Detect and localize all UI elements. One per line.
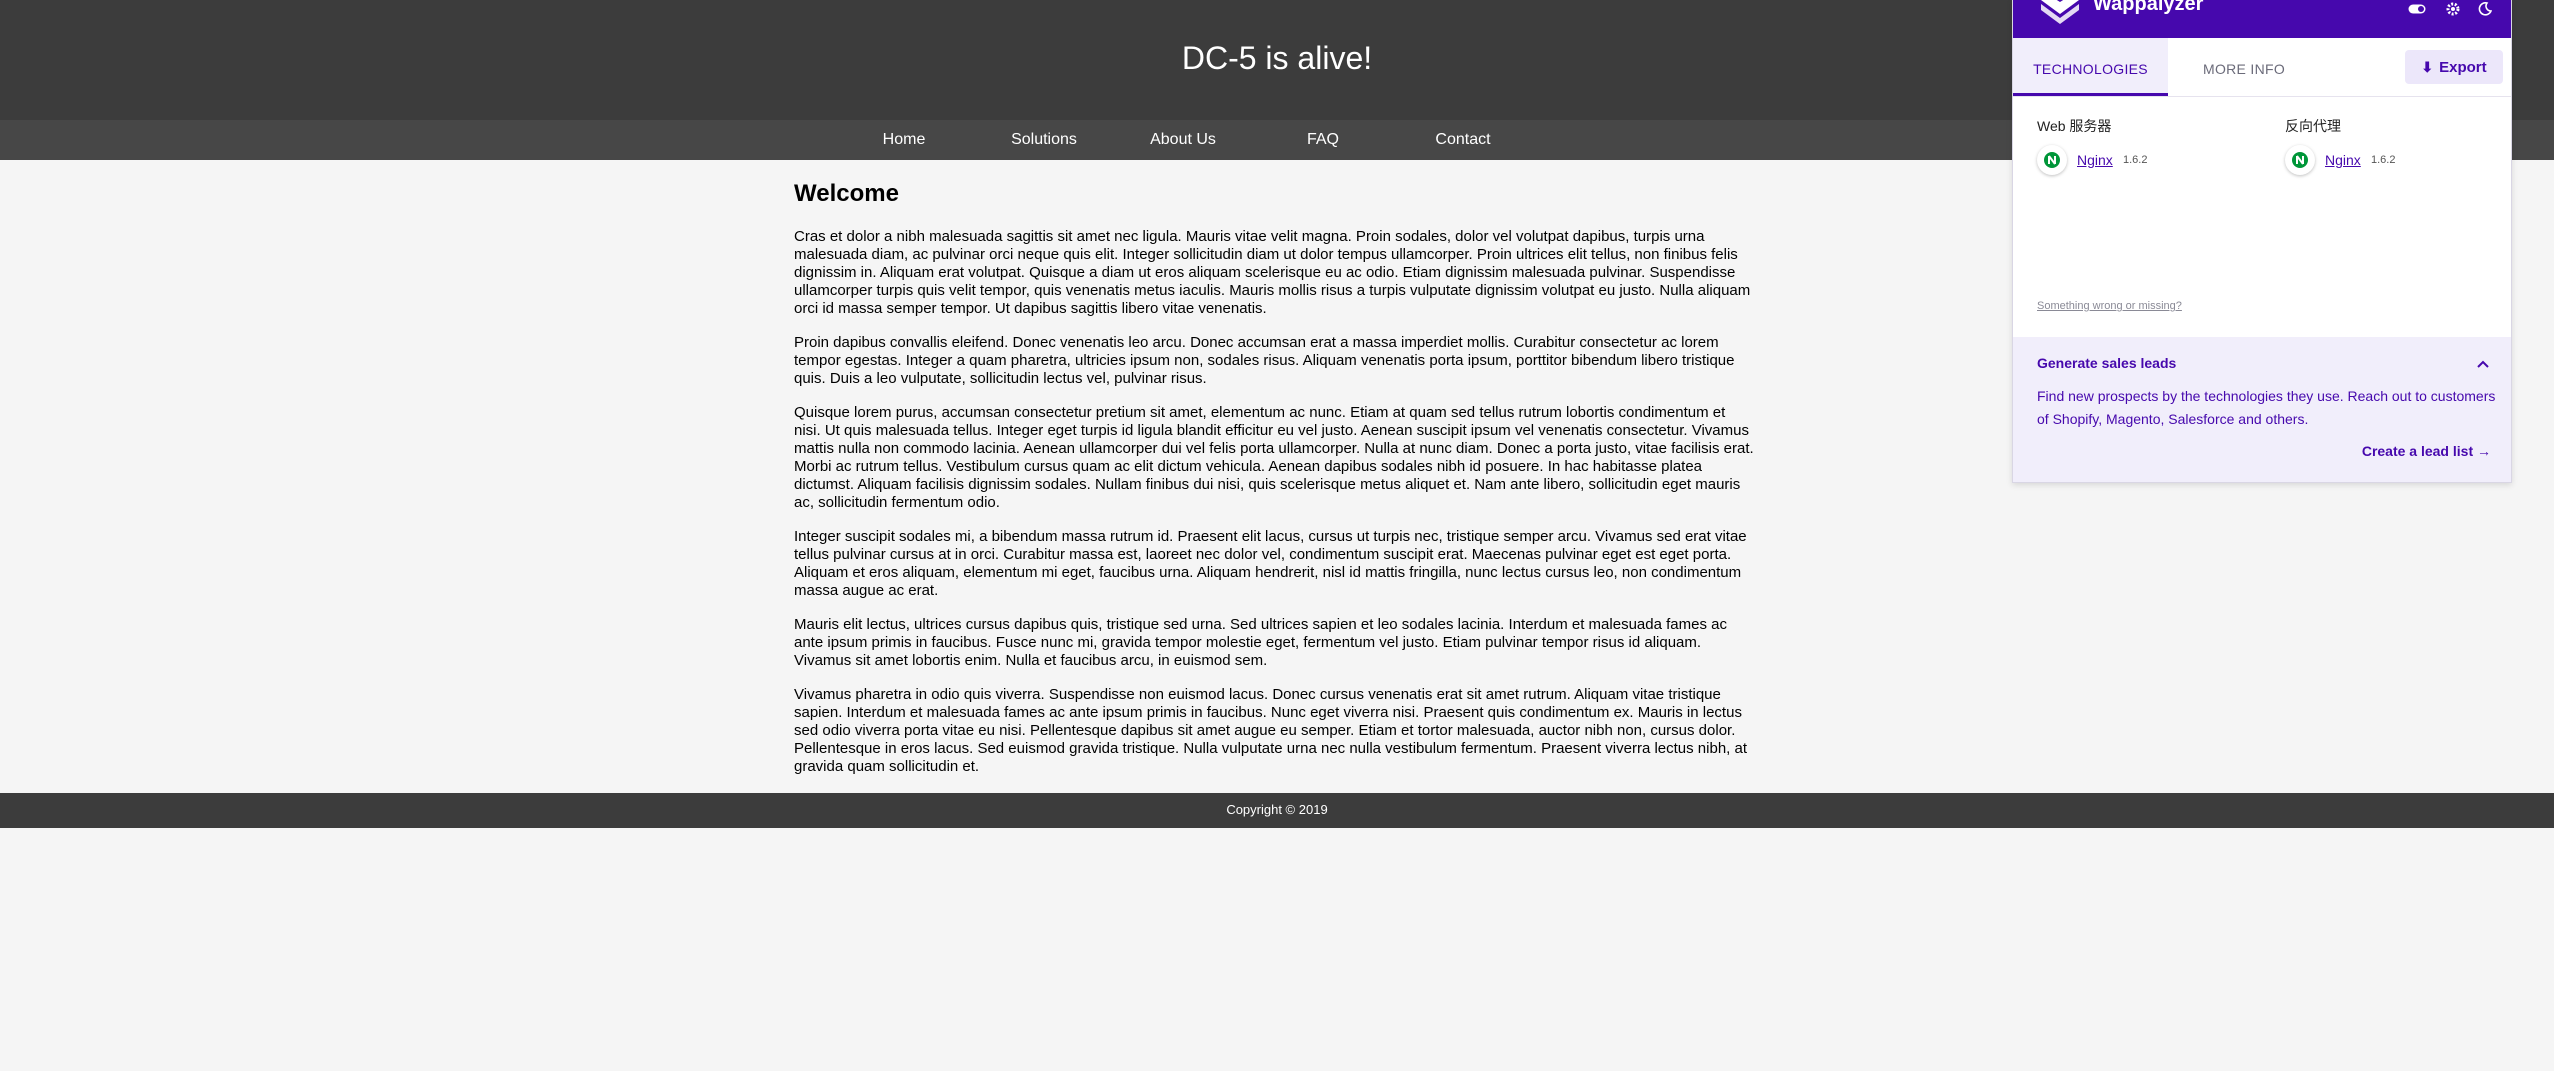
gear-icon[interactable]: [2443, 2, 2463, 18]
tech-name-link[interactable]: Nginx: [2325, 152, 2361, 168]
export-label: Export: [2439, 59, 2487, 76]
category-title: Web 服务器: [2037, 118, 2112, 134]
wappalyzer-header: Wappalyzer: [2013, 0, 2511, 38]
nav-faq[interactable]: FAQ: [1253, 120, 1393, 160]
leads-description: Find new prospects by the technologies t…: [2037, 388, 2496, 427]
wappalyzer-brand: Wappalyzer: [2093, 0, 2204, 15]
tech-item: Nginx 1.6.2: [2285, 145, 2505, 179]
tech-version: 1.6.2: [2123, 154, 2148, 166]
moon-icon[interactable]: [2475, 2, 2495, 18]
nav-home[interactable]: Home: [834, 120, 974, 160]
tech-name-link[interactable]: Nginx: [2077, 152, 2113, 168]
export-button[interactable]: ⬇ Export: [2405, 50, 2503, 84]
download-icon: ⬇: [2421, 59, 2434, 75]
nav-contact[interactable]: Contact: [1393, 120, 1533, 160]
paragraph: Proin dapibus convallis eleifend. Donec …: [794, 334, 1735, 387]
toggle-icon[interactable]: [2407, 2, 2427, 18]
nav-about-us[interactable]: About Us: [1113, 120, 1253, 160]
arrow-right-icon: →: [2477, 443, 2491, 459]
paragraph: Integer suscipit sodales mi, a bibendum …: [794, 528, 1747, 599]
site-footer: Copyright © 2019: [0, 793, 2554, 828]
leads-title: Generate sales leads: [2037, 355, 2177, 371]
category-web-server: Web 服务器 Nginx 1.6.2: [2037, 117, 2257, 179]
tech-item: Nginx 1.6.2: [2037, 145, 2257, 179]
tab-more-info[interactable]: MORE INFO: [2189, 38, 2299, 96]
chevron-up-icon[interactable]: [2477, 355, 2489, 371]
create-lead-list-link[interactable]: Create a lead list →: [2362, 443, 2491, 459]
tab-technologies[interactable]: TECHNOLOGIES: [2013, 38, 2168, 96]
wappalyzer-logo-icon: [2041, 0, 2079, 24]
tech-version: 1.6.2: [2371, 154, 2396, 166]
main-content: Welcome Cras et dolor a nibh malesuada s…: [794, 180, 1756, 792]
nav-solutions[interactable]: Solutions: [974, 120, 1114, 160]
technologies-panel: Web 服务器 Nginx 1.6.2 反向代理 Nginx 1.6.2 Som…: [2013, 97, 2511, 337]
sales-leads-panel: Generate sales leads Find new prospects …: [2013, 337, 2511, 482]
nginx-icon: [2285, 145, 2315, 175]
category-reverse-proxy: 反向代理 Nginx 1.6.2: [2285, 117, 2505, 179]
wappalyzer-tabs: TECHNOLOGIES MORE INFO ⬇ Export: [2013, 38, 2511, 97]
nginx-icon: [2037, 145, 2067, 175]
paragraph: Quisque lorem purus, accumsan consectetu…: [794, 404, 1754, 511]
wappalyzer-popup: Wappalyzer TECHNOLOGIES MORE INFO ⬇ Expor…: [2012, 0, 2512, 483]
category-title: 反向代理: [2285, 118, 2341, 134]
something-wrong-link[interactable]: Something wrong or missing?: [2037, 300, 2182, 312]
page-heading: Welcome: [794, 180, 899, 207]
paragraph: Cras et dolor a nibh malesuada sagittis …: [794, 228, 1751, 317]
create-lead-list-label: Create a lead list: [2361, 443, 2474, 459]
paragraph: Mauris elit lectus, ultrices cursus dapi…: [794, 616, 1727, 669]
paragraph: Vivamus pharetra in odio quis viverra. S…: [794, 686, 1748, 775]
